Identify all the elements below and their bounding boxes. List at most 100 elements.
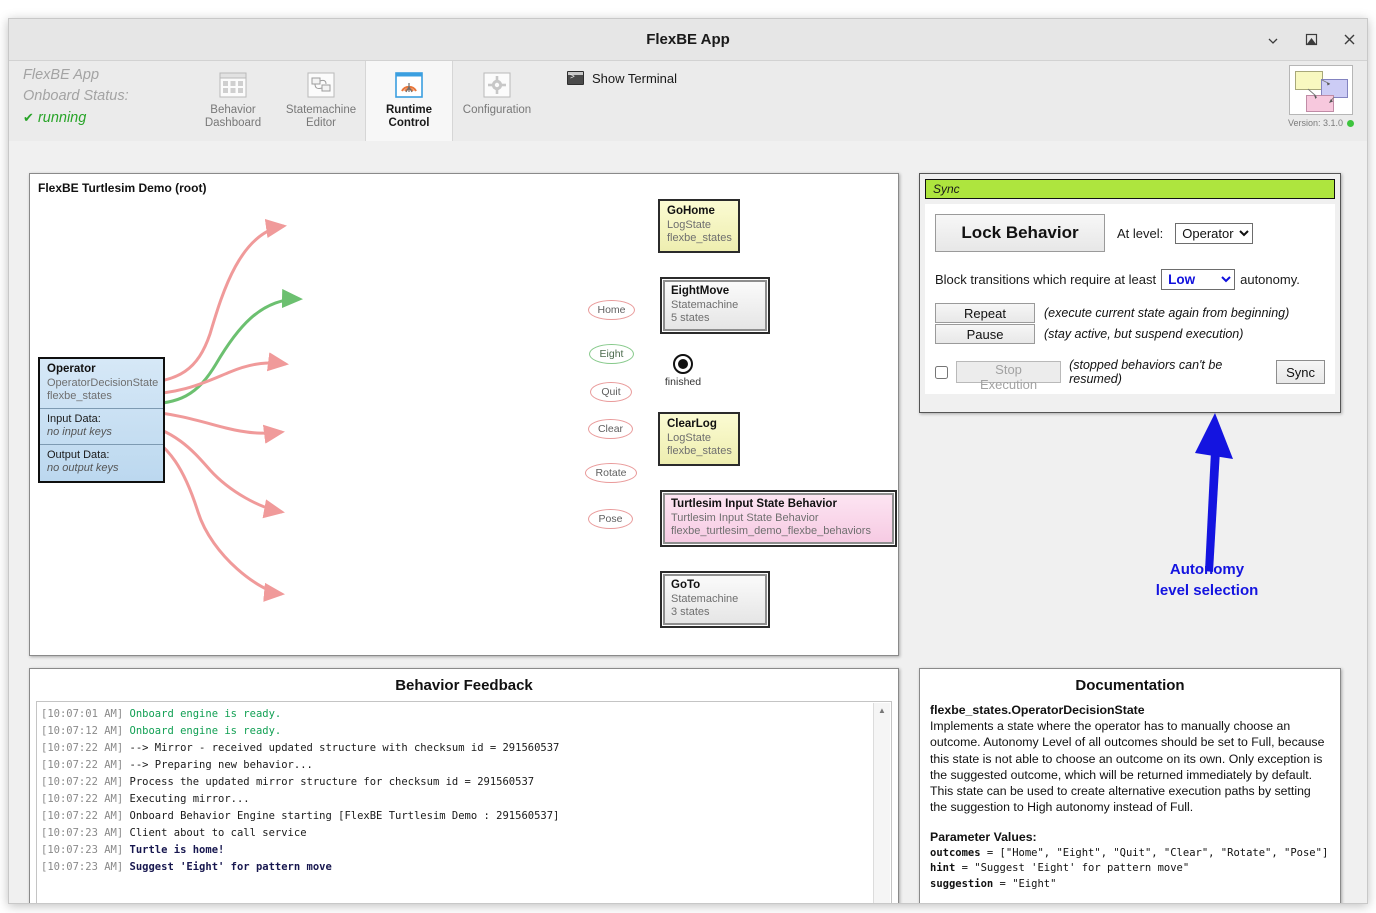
annotation-text: Autonomy level selection <box>1127 559 1287 601</box>
tab-label-line1: Behavior <box>210 104 256 116</box>
show-terminal-button[interactable]: Show Terminal <box>567 65 677 91</box>
toolbar-tabs: Behavior Dashboard Statemachine Editor R… <box>189 61 541 141</box>
feedback-title: Behavior Feedback <box>395 677 533 694</box>
state-node-goto[interactable]: GoTo Statemachine 3 states <box>660 571 770 628</box>
grid-icon <box>218 70 248 100</box>
tab-runtime-control[interactable]: Runtime Control <box>365 61 453 141</box>
state-node-gohome[interactable]: GoHome LogState flexbe_states <box>658 199 740 253</box>
state-node-operator[interactable]: Operator OperatorDecisionState flexbe_st… <box>38 357 165 483</box>
repeat-hint: (execute current state again from beginn… <box>1044 306 1290 320</box>
terminal-node-finished[interactable]: finished <box>660 354 706 388</box>
documentation-param: hint = "Suggest 'Eight' for pattern move… <box>930 861 1330 877</box>
terminal-icon <box>567 71 584 85</box>
node-title: ClearLog <box>667 418 717 430</box>
transition-label-clear[interactable]: Clear <box>588 419 633 439</box>
block-text-before: Block transitions which require at least <box>935 272 1157 287</box>
statemachine-icon <box>306 70 336 100</box>
annotation-line2: level selection <box>1155 582 1259 599</box>
at-level-label: At level: <box>1117 225 1164 241</box>
node-package: flexbe_states <box>667 445 732 457</box>
node-input-value: no input keys <box>47 426 112 438</box>
autonomy-level-select[interactable]: Low <box>1161 269 1236 290</box>
log-message: --> Preparing new behavior... <box>129 759 313 771</box>
log-timestamp: [10:07:22 AM] <box>41 793 130 805</box>
title-bar: FlexBE App <box>9 19 1367 61</box>
documentation-params-list: outcomes = ["Home", "Eight", "Quit", "Cl… <box>930 846 1330 893</box>
param-key: outcomes <box>930 846 987 859</box>
minimize-button[interactable] <box>1265 32 1281 48</box>
sync-body: Lock Behavior At level: Operator Block t… <box>925 204 1335 394</box>
documentation-title: Documentation <box>1075 677 1185 694</box>
feedback-log-area[interactable]: [10:07:01 AM] Onboard engine is ready. [1… <box>36 701 892 903</box>
param-value: = ["Home", "Eight", "Quit", "Clear", "Ro… <box>986 846 1329 859</box>
scroll-up-icon[interactable]: ▲ <box>874 703 890 718</box>
node-type: Statemachine <box>671 592 739 605</box>
repeat-button[interactable]: Repeat <box>935 303 1035 323</box>
stop-execution-checkbox[interactable] <box>935 365 948 379</box>
log-message: Client about to call service <box>129 827 307 839</box>
sync-header-label: Sync <box>933 182 960 196</box>
transition-label-quit[interactable]: Quit <box>590 382 632 402</box>
terminal-label: finished <box>664 376 702 388</box>
node-type: LogState <box>667 431 712 444</box>
feedback-log-lines: [10:07:01 AM] Onboard engine is ready. [1… <box>41 706 871 876</box>
log-message: --> Mirror - received updated structure … <box>129 742 560 754</box>
log-message: Onboard engine is ready. <box>129 708 282 720</box>
node-title: Turtlesim Input State Behavior <box>671 498 837 510</box>
stop-execution-button[interactable]: Stop Execution <box>956 361 1062 392</box>
transition-label-eight[interactable]: Eight <box>589 344 634 364</box>
documentation-panel: Documentation flexbe_states.OperatorDeci… <box>919 668 1341 903</box>
log-line: [10:07:22 AM] Executing mirror... <box>41 791 871 808</box>
tab-configuration[interactable]: Configuration <box>453 61 541 141</box>
maximize-button[interactable] <box>1303 32 1319 48</box>
statemachine-graph-panel[interactable]: FlexBE Turtlesim Demo (root) Operator Op… <box>29 173 899 656</box>
node-output-value: no output keys <box>47 462 119 474</box>
log-message: Process the updated mirror structure for… <box>129 776 535 788</box>
log-message: Suggest 'Eight' for pattern move <box>129 861 332 873</box>
state-node-clearlog[interactable]: ClearLog LogState flexbe_states <box>658 412 740 466</box>
log-timestamp: [10:07:23 AM] <box>41 861 130 873</box>
main-toolbar: FlexBE App Onboard Status: ✔ running Beh… <box>9 61 1367 142</box>
node-title: EightMove <box>671 285 730 297</box>
log-timestamp: [10:07:22 AM] <box>41 759 130 771</box>
lock-row: Lock Behavior At level: Operator <box>935 214 1325 252</box>
tab-label-line2: Dashboard <box>204 117 262 129</box>
lock-behavior-button[interactable]: Lock Behavior <box>935 214 1105 252</box>
tab-statemachine-editor[interactable]: Statemachine Editor <box>277 61 365 141</box>
pause-row: Pause (stay active, but suspend executio… <box>935 324 1325 344</box>
sync-button[interactable]: Sync <box>1276 360 1325 384</box>
log-line: [10:07:12 AM] Onboard engine is ready. <box>41 723 871 740</box>
sync-panel-header: Sync <box>925 179 1335 199</box>
log-line: [10:07:23 AM] Suggest 'Eight' for patter… <box>41 859 871 876</box>
param-value: = "Suggest 'Eight' for pattern move" <box>961 862 1190 875</box>
onboard-status-label: Onboard Status: <box>23 88 129 104</box>
gear-icon <box>482 70 512 100</box>
antenna-icon <box>394 70 424 100</box>
pause-button[interactable]: Pause <box>935 324 1035 344</box>
check-icon: ✔ <box>23 110 34 125</box>
transition-label-home[interactable]: Home <box>588 300 635 320</box>
state-node-eightmove[interactable]: EightMove Statemachine 5 states <box>660 277 770 334</box>
tab-behavior-dashboard[interactable]: Behavior Dashboard <box>189 61 277 141</box>
log-timestamp: [10:07:22 AM] <box>41 810 130 822</box>
log-line: [10:07:23 AM] Client about to call servi… <box>41 825 871 842</box>
transition-label-rotate[interactable]: Rotate <box>585 463 637 483</box>
log-line: [10:07:22 AM] --> Preparing new behavior… <box>41 757 871 774</box>
close-button[interactable] <box>1341 32 1357 48</box>
onboard-status-block: FlexBE App Onboard Status: ✔ running <box>9 61 189 141</box>
documentation-params-header: Parameter Values: <box>930 830 1037 845</box>
transition-label-pose[interactable]: Pose <box>588 509 633 529</box>
node-type: Statemachine <box>671 298 739 311</box>
node-type: LogState <box>667 218 712 231</box>
log-line: [10:07:22 AM] Process the updated mirror… <box>41 774 871 791</box>
execution-controls: Repeat (execute current state again from… <box>935 303 1325 344</box>
log-timestamp: [10:07:23 AM] <box>41 827 130 839</box>
param-key: suggestion <box>930 877 1000 890</box>
block-text-after: autonomy. <box>1240 272 1300 287</box>
at-level-select[interactable]: Operator <box>1175 222 1254 244</box>
node-title: Operator <box>47 363 96 375</box>
feedback-scrollbar[interactable]: ▲ ▼ <box>873 703 890 903</box>
log-line: [10:07:23 AM] Turtle is home! <box>41 842 871 859</box>
tab-label-line1: Runtime <box>386 104 432 116</box>
behavior-node-turtlesim-input-state[interactable]: Turtlesim Input State Behavior Turtlesim… <box>660 490 897 547</box>
